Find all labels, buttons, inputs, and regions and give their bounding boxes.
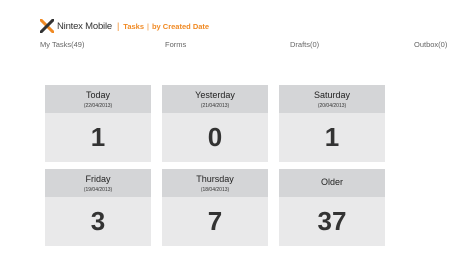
tile-title: Today (85, 90, 111, 100)
tile-header: Friday (19/04/2013) (45, 169, 151, 197)
tile-date: (19/04/2013) (83, 187, 113, 193)
breadcrumb-view[interactable]: by Created Date (152, 22, 209, 31)
tile-date: (22/04/2013) (83, 103, 113, 109)
nav-drafts[interactable]: Drafts(0) (290, 40, 319, 49)
tile-title: Friday (85, 174, 111, 184)
tile-header: Saturday (20/04/2013) (279, 85, 385, 113)
breadcrumb-tasks[interactable]: Tasks (123, 22, 144, 31)
tile-header: Yesterday (21/04/2013) (162, 85, 268, 113)
tile-count: 0 (207, 122, 223, 152)
tile-title: Thursday (196, 174, 234, 184)
tile-count: 37 (317, 206, 347, 236)
tile-date: (21/04/2013) (200, 103, 230, 109)
tile-header: Today (22/04/2013) (45, 85, 151, 113)
tile-saturday[interactable]: Saturday (20/04/2013) 1 (279, 85, 385, 162)
tile-header: Thursday (18/04/2013) (162, 169, 268, 197)
app-header: Nintex Mobile | Tasks | by Created Date (40, 18, 209, 34)
tile-count: 7 (207, 206, 223, 236)
tile-older[interactable]: Older 37 (279, 169, 385, 246)
nav-outbox[interactable]: Outbox(0) (414, 40, 447, 49)
tile-title: Saturday (313, 90, 351, 100)
tile-date: (18/04/2013) (200, 187, 230, 193)
tile-header: Older (279, 169, 385, 197)
tile-date: (20/04/2013) (317, 103, 347, 109)
nav-forms[interactable]: Forms (165, 40, 186, 49)
main-nav: My Tasks(49) Forms Drafts(0) Outbox(0) (0, 40, 472, 52)
app-name: Nintex Mobile (57, 20, 112, 32)
tile-title: Older (320, 177, 343, 187)
tile-yesterday[interactable]: Yesterday (21/04/2013) 0 (162, 85, 268, 162)
tile-count: 1 (90, 122, 106, 152)
tile-count: 3 (90, 206, 106, 236)
tile-title: Yesterday (195, 90, 235, 100)
nintex-logo-icon (40, 19, 54, 33)
tile-thursday[interactable]: Thursday (18/04/2013) 7 (162, 169, 268, 246)
tile-count: 1 (324, 122, 340, 152)
tile-friday[interactable]: Friday (19/04/2013) 3 (45, 169, 151, 246)
tile-today[interactable]: Today (22/04/2013) 1 (45, 85, 151, 162)
header-separator: | (116, 21, 120, 31)
nav-my-tasks[interactable]: My Tasks(49) (40, 40, 84, 49)
breadcrumb-separator: | (147, 21, 149, 31)
